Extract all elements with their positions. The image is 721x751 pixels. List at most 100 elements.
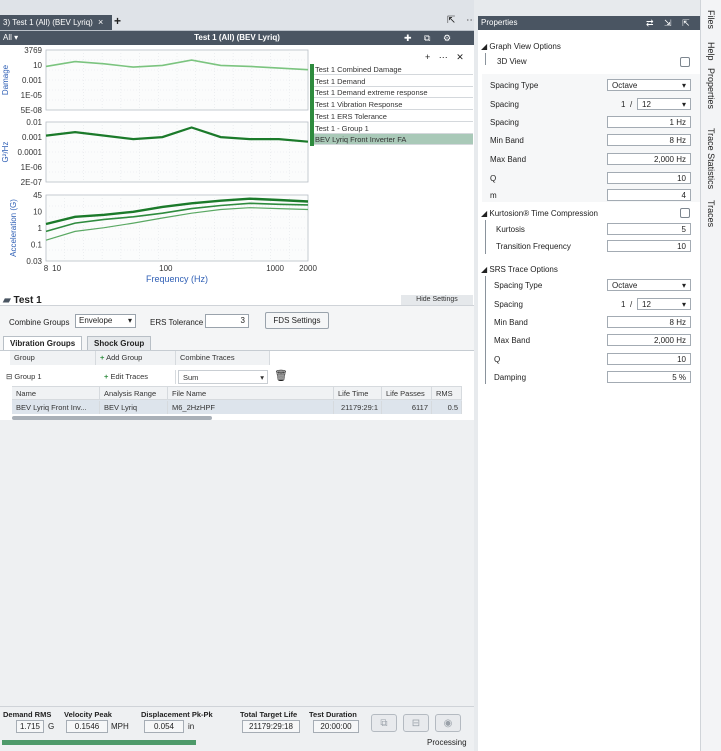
legend-item[interactable]: BEV Lyriq Front Inverter FA — [310, 134, 473, 146]
combine-traces-value: Sum — [183, 373, 199, 382]
srs-spacing-fraction-dropdown[interactable]: 12 ▾ — [637, 298, 691, 310]
chevron-down-icon: ▾ — [260, 373, 264, 382]
side-tab-properties[interactable]: Properties — [706, 68, 716, 109]
trace-legend: Test 1 Combined Damage Test 1 Demand Test … — [310, 64, 473, 146]
legend-toolbar[interactable]: + ⋯ ✕ — [425, 52, 467, 63]
side-tab-files[interactable]: Files — [706, 10, 716, 29]
y-tick-label: 3769 — [24, 46, 42, 55]
transition-frequency-input[interactable]: 10 — [607, 240, 691, 252]
legend-item[interactable]: Test 1 Vibration Response — [310, 99, 473, 111]
y-tick-label: 0.001 — [22, 76, 43, 85]
srs-section[interactable]: ◢ SRS Trace Options — [481, 265, 558, 274]
transition-frequency-label: Transition Frequency — [496, 242, 571, 251]
column-header[interactable]: Analysis Range — [100, 387, 168, 400]
spacing-hz-input[interactable]: 1 Hz — [607, 116, 691, 128]
document-tab[interactable]: 3) Test 1 (All) (BEV Lyriq) × — [0, 15, 112, 30]
psd-ylabel: G²/Hz — [1, 142, 10, 163]
table-cell: 0.5 — [432, 401, 462, 414]
column-header[interactable]: Life Time — [334, 387, 382, 400]
column-header[interactable]: File Name — [168, 387, 334, 400]
m-label: m — [490, 191, 497, 200]
collapse-arrow-icon: ◢ — [481, 209, 488, 218]
displacement-value: 0.054 — [144, 720, 184, 733]
srs-q-label: Q — [494, 355, 501, 364]
copy-icon[interactable]: ⧉ — [371, 714, 397, 732]
side-tab-traces[interactable]: Traces — [706, 200, 716, 227]
grid-header-group: Group — [10, 351, 96, 365]
y-tick-label: 2E-07 — [21, 178, 43, 187]
trace-filter-dropdown[interactable]: All ▾ — [3, 31, 18, 45]
kurtosis-input[interactable]: 5 — [607, 223, 691, 235]
y-tick-label: 45 — [33, 191, 42, 200]
displacement-unit: in — [188, 722, 195, 731]
y-tick-label: 5E-08 — [21, 106, 43, 115]
layout-icon[interactable]: ⊟ — [403, 714, 429, 732]
tab-shock-group[interactable]: Shock Group — [87, 336, 152, 350]
srs-min-band-input[interactable]: 8 Hz — [607, 316, 691, 328]
tree-line — [485, 276, 486, 384]
demand-rms-label: Demand RMS — [3, 710, 52, 719]
q-label: Q — [490, 174, 497, 183]
chevron-down-icon: ▾ — [127, 316, 132, 325]
spacing-type-dropdown[interactable]: Octave ▾ — [607, 79, 691, 91]
add-tab-button[interactable]: + — [114, 15, 121, 28]
srs-q-input[interactable]: 10 — [607, 353, 691, 365]
target-life-value: 21179:29:18 — [242, 720, 300, 733]
test-duration-value: 20:00:00 — [313, 720, 359, 733]
column-header[interactable]: RMS — [432, 387, 462, 400]
kurtosion-section[interactable]: ◢ Kurtosion® Time Compression — [481, 209, 598, 218]
chart-title-bar: Test 1 (All) (BEV Lyriq) All ▾ ✚ ⧉ ⚙ ⤢ ✕ — [0, 31, 474, 57]
side-tab-trace-statistics[interactable]: Trace Statistics — [706, 128, 716, 189]
damping-input[interactable]: 5 % — [607, 371, 691, 383]
tab-vibration-groups[interactable]: Vibration Groups — [3, 336, 83, 350]
run-icon[interactable]: ◉ — [435, 714, 461, 732]
x-tick-label: 2000 — [299, 264, 317, 273]
legend-item[interactable]: Test 1 Demand — [310, 76, 473, 87]
column-header[interactable]: Name — [12, 387, 100, 400]
spacing-label: Spacing — [490, 100, 519, 109]
legend-item[interactable]: Test 1 - Group 1 — [310, 123, 473, 134]
legend-item[interactable]: Test 1 ERS Tolerance — [310, 111, 473, 122]
x-tick-label: 8 — [44, 264, 49, 273]
kurtosis-label: Kurtosis — [496, 225, 525, 234]
expand-icon[interactable]: ⊟ — [6, 372, 12, 381]
side-tab-help[interactable]: Help — [706, 42, 716, 61]
group-row[interactable]: ⊟ Group 1 — [2, 370, 96, 384]
table-cell: BEV Lyriq Front Inv... — [12, 401, 100, 414]
collapse-icon[interactable]: ▰ — [3, 295, 11, 306]
hide-settings-button[interactable]: Hide Settings — [401, 295, 473, 305]
legend-item[interactable]: Test 1 Demand extreme response — [310, 87, 473, 99]
view3d-checkbox[interactable] — [680, 57, 690, 67]
spacing-fraction-dropdown[interactable]: 12 ▾ — [637, 98, 691, 110]
legend-item[interactable]: Test 1 Combined Damage — [310, 64, 473, 75]
chevron-down-icon: ▾ — [681, 281, 686, 290]
add-group-button[interactable]: + Add Group — [96, 351, 176, 365]
y-tick-label: 0.03 — [26, 257, 42, 266]
velocity-peak-label: Velocity Peak — [64, 710, 112, 719]
close-tab-icon[interactable]: × — [98, 15, 103, 30]
q-input[interactable]: 10 — [607, 172, 691, 184]
combine-traces-dropdown[interactable]: Sum ▾ — [178, 370, 268, 384]
view3d-label: 3D View — [497, 57, 527, 66]
y-tick-label: 1E-06 — [21, 163, 43, 172]
target-life-label: Total Target Life — [240, 710, 298, 719]
min-band-label: Min Band — [490, 136, 524, 145]
combine-groups-value: Envelope — [79, 316, 113, 325]
kurtosion-checkbox[interactable] — [680, 208, 690, 218]
table-cell: BEV Lyriq — [100, 401, 168, 414]
srs-spacing-type-dropdown[interactable]: Octave ▾ — [607, 279, 691, 291]
column-header[interactable]: Life Passes — [382, 387, 432, 400]
max-band-label: Max Band — [490, 155, 527, 164]
min-band-input[interactable]: 8 Hz — [607, 134, 691, 146]
srs-max-band-input[interactable]: 2,000 Hz — [607, 334, 691, 346]
trash-icon[interactable]: 🗑︎ — [274, 369, 288, 382]
graph-view-section[interactable]: ◢ Graph View Options — [481, 42, 561, 51]
combine-groups-dropdown[interactable]: Envelope ▾ — [75, 314, 136, 328]
collapse-arrow-icon: ◢ — [481, 265, 488, 274]
horizontal-scrollbar[interactable] — [12, 416, 212, 420]
m-input[interactable]: 4 — [607, 189, 691, 201]
edit-traces-button[interactable]: + Edit Traces — [100, 370, 176, 384]
ers-tolerance-input[interactable]: 3 — [205, 314, 249, 328]
fds-settings-button[interactable]: FDS Settings — [265, 312, 329, 329]
max-band-input[interactable]: 2,000 Hz — [607, 153, 691, 165]
